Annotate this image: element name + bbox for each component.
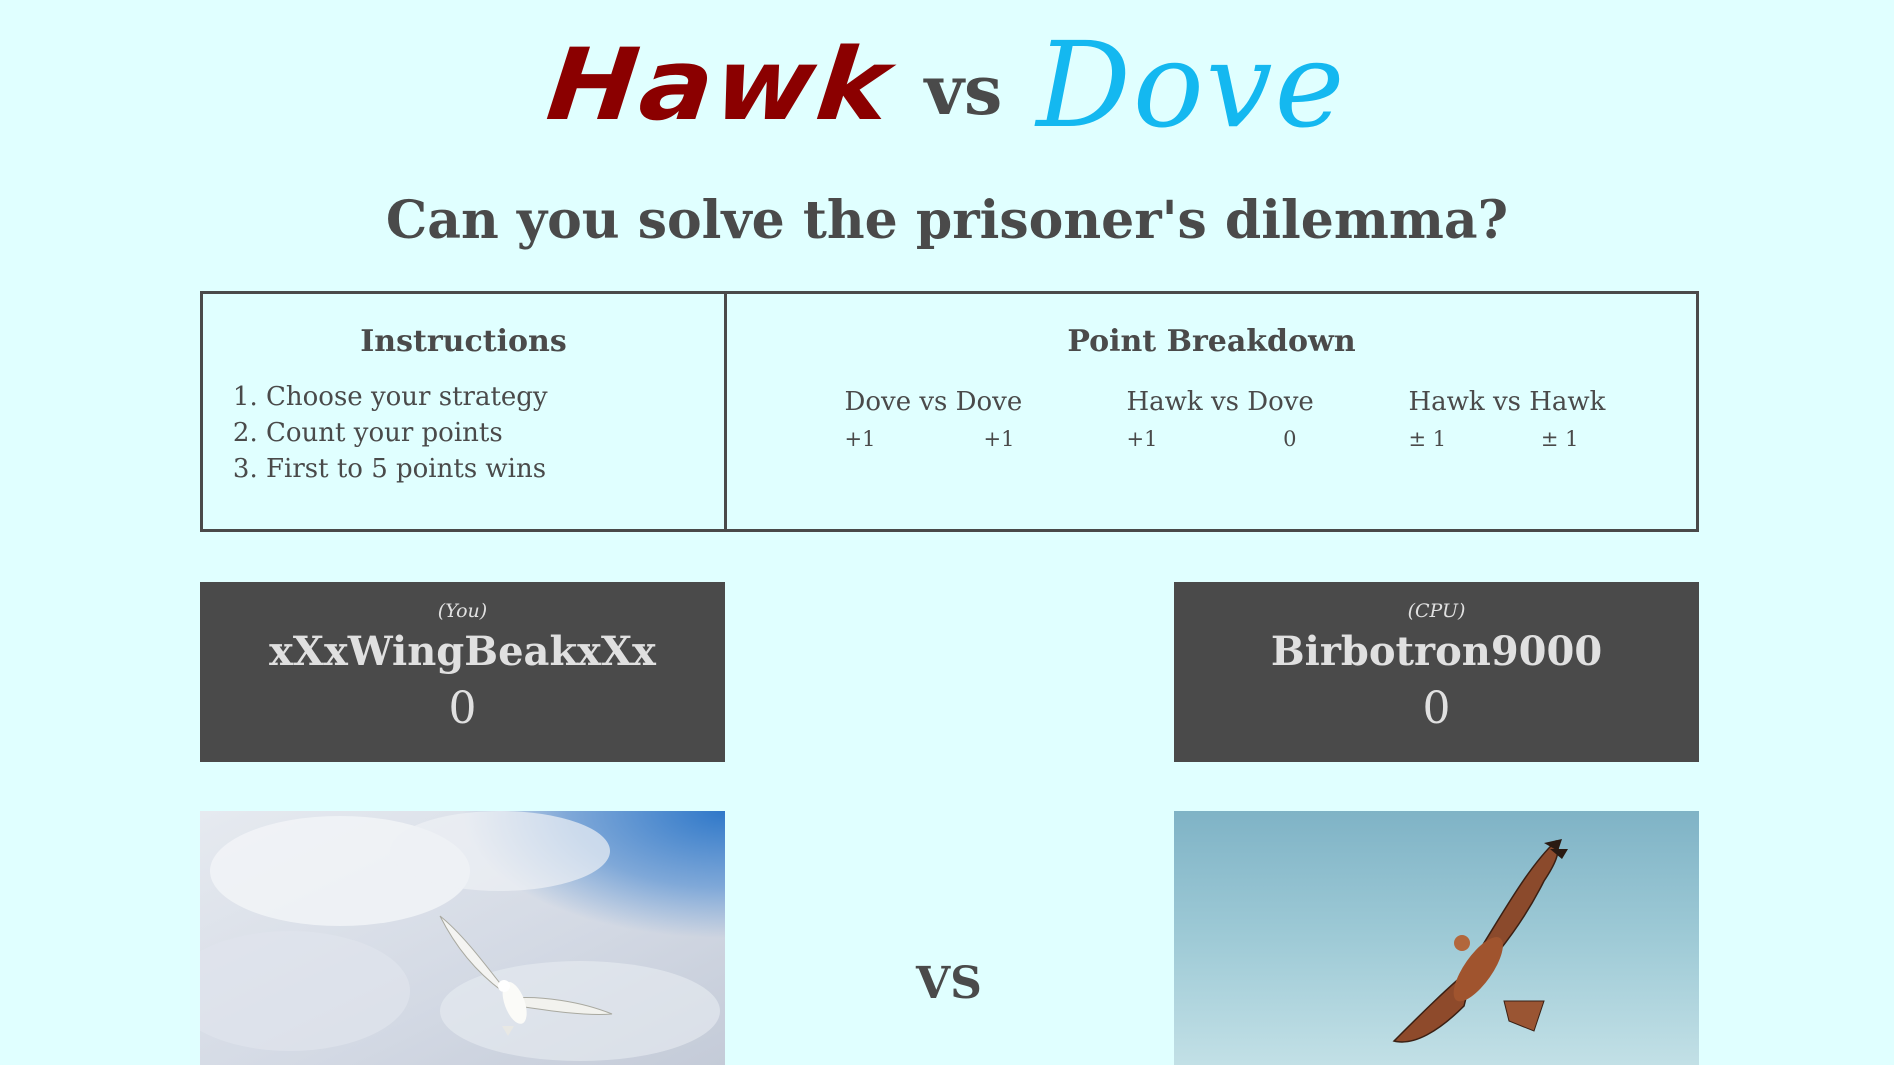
matchup-right-points: +1 bbox=[983, 427, 1015, 451]
player-card: (You) xXxWingBeakxXx 0 bbox=[200, 582, 725, 762]
cpu-role: (CPU) bbox=[1407, 600, 1466, 622]
title-hawk: Hawk bbox=[541, 27, 897, 143]
page-subtitle: Can you solve the prisoner's dilemma? bbox=[385, 190, 1509, 251]
instruction-item: Count your points bbox=[266, 415, 724, 451]
matchup-points: +1 +1 bbox=[845, 427, 1015, 451]
matchup-hawk-dove: Hawk vs Dove +1 0 bbox=[1126, 387, 1314, 451]
matchup-label: Hawk vs Dove bbox=[1126, 387, 1314, 417]
matchup-right-points: 0 bbox=[1283, 427, 1297, 451]
matchup-left-points: ± 1 bbox=[1408, 427, 1447, 451]
instructions-section: Instructions Choose your strategy Count … bbox=[203, 294, 727, 529]
matchup-label: Dove vs Dove bbox=[844, 387, 1023, 417]
matchup-left-points: +1 bbox=[844, 427, 876, 451]
matchup-label: Hawk vs Hawk bbox=[1408, 387, 1606, 417]
hawk-photo bbox=[1174, 811, 1699, 1065]
cpu-name: Birbotron9000 bbox=[1270, 628, 1603, 675]
matchup-points: +1 0 bbox=[1127, 427, 1297, 451]
player-choice-image[interactable] bbox=[200, 811, 725, 1065]
title-dove: Dove bbox=[1036, 16, 1347, 154]
cpu-choice-image[interactable] bbox=[1174, 811, 1699, 1065]
arena-vs: VS bbox=[916, 958, 982, 1009]
player-score: 0 bbox=[448, 683, 477, 734]
matchup-list: Dove vs Dove +1 +1 Hawk vs Dove +1 0 Haw… bbox=[727, 387, 1696, 451]
cpu-score: 0 bbox=[1422, 683, 1451, 734]
matchup-dove-dove: Dove vs Dove +1 +1 bbox=[844, 387, 1023, 451]
instruction-item: First to 5 points wins bbox=[266, 451, 724, 487]
breakdown-title: Point Breakdown bbox=[1067, 324, 1356, 359]
matchup-points: ± 1 ± 1 bbox=[1409, 427, 1579, 451]
instruction-item: Choose your strategy bbox=[266, 379, 724, 415]
point-breakdown-section: Point Breakdown Dove vs Dove +1 +1 Hawk … bbox=[727, 294, 1696, 529]
game-title: Hawk vs Dove bbox=[0, 16, 1894, 154]
instructions-list: Choose your strategy Count your points F… bbox=[203, 379, 724, 487]
player-role: (You) bbox=[437, 600, 488, 622]
matchup-hawk-hawk: Hawk vs Hawk ± 1 ± 1 bbox=[1408, 387, 1606, 451]
player-name: xXxWingBeakxXx bbox=[269, 628, 656, 675]
matchup-right-points: ± 1 bbox=[1540, 427, 1579, 451]
cpu-card: (CPU) Birbotron9000 0 bbox=[1174, 582, 1699, 762]
matchup-left-points: +1 bbox=[1126, 427, 1158, 451]
info-panel: Instructions Choose your strategy Count … bbox=[200, 291, 1699, 532]
title-vs: vs bbox=[924, 51, 1003, 131]
instructions-title: Instructions bbox=[360, 324, 567, 359]
dove-photo bbox=[200, 811, 725, 1065]
